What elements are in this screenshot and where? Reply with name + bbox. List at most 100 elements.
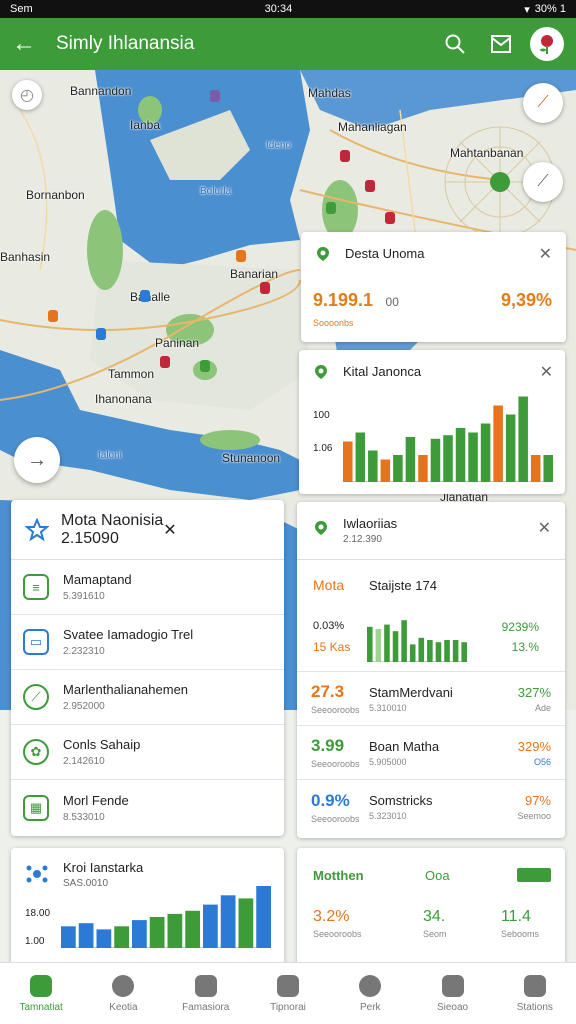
- avatar[interactable]: [530, 27, 564, 61]
- map-pin[interactable]: [326, 202, 336, 214]
- summary-col-sub: Sebooms: [500, 929, 539, 939]
- nav-item-3[interactable]: Famasiora: [165, 963, 247, 1024]
- mail-icon: [491, 35, 511, 53]
- stats-card-sub: 2.12.390: [343, 534, 382, 545]
- stats-value-sub: Seeooroobs: [311, 759, 360, 769]
- chart-bar: [461, 642, 467, 662]
- status-bar: Sem 30:34 ▾ 30% 1: [0, 0, 576, 18]
- chart-card-title: Kital Janonca: [343, 364, 422, 379]
- nav-item-2[interactable]: Keotia: [82, 963, 164, 1024]
- chart-bar: [61, 926, 76, 948]
- list-item[interactable]: ▦ Morl Fende 8.533010: [11, 780, 284, 835]
- chart-bar: [418, 455, 428, 482]
- map-pin[interactable]: [140, 290, 150, 302]
- bottom-nav: Tamnatiat Keotia Famasiora Tipnorai Perk…: [0, 962, 576, 1024]
- map-pin[interactable]: [340, 150, 350, 162]
- list-item[interactable]: ⟋ Marlenthalianahemen 2.952000: [11, 670, 284, 725]
- stats-pct: 329%: [517, 738, 551, 754]
- stats-value: 27.3: [311, 682, 345, 701]
- flower-icon: ✿: [23, 739, 49, 765]
- close-icon[interactable]: ✕: [539, 244, 552, 264]
- chart-card[interactable]: Kital Janonca ✕ 100 1.06: [299, 350, 565, 494]
- list-item-sub: 5.391610: [63, 591, 105, 602]
- wifi-icon: ▾: [524, 3, 530, 16]
- card-icon: ▭: [23, 629, 49, 655]
- list-card-sub: 2.15090: [61, 529, 119, 547]
- close-icon[interactable]: ✕: [540, 362, 553, 382]
- list-item[interactable]: ≡ Mamaptand 5.391610: [11, 560, 284, 615]
- stats-name: Boan Matha: [369, 738, 440, 754]
- nav-item-4[interactable]: Tipnorai: [247, 963, 329, 1024]
- nav-item-5[interactable]: Perk: [329, 963, 411, 1024]
- map-label: Mahanliagan: [338, 120, 407, 134]
- chart-bar: [444, 640, 450, 662]
- search-button[interactable]: [432, 24, 478, 64]
- chart-bar: [393, 455, 403, 482]
- chart-bar: [185, 910, 200, 948]
- map-pin[interactable]: [365, 180, 375, 192]
- compass-button[interactable]: ⟋: [523, 162, 563, 202]
- page-title: Simly Ihlanansia: [56, 33, 195, 54]
- stats-row[interactable]: 3.99 Seeooroobs Boan Matha 5.905000 329% O5…: [297, 726, 565, 780]
- pin-icon: [315, 521, 327, 535]
- back-arrow-icon[interactable]: ←: [12, 30, 46, 58]
- map-pin[interactable]: [260, 282, 270, 294]
- mail-button[interactable]: [478, 24, 524, 64]
- arrow-right-icon: →: [27, 448, 47, 471]
- map-pin[interactable]: [48, 310, 58, 322]
- list-item[interactable]: ✿ Conls Sahaip 2.142610: [11, 725, 284, 780]
- close-icon[interactable]: ✕: [538, 518, 551, 538]
- navigate-arrow-button[interactable]: →: [14, 437, 60, 483]
- chart-bar: [96, 929, 112, 948]
- map-pin[interactable]: [210, 90, 220, 102]
- chart-bar: [468, 432, 478, 482]
- wallet-icon: [194, 974, 217, 997]
- stats-row[interactable]: 27.3 Seeooroobs StamMerdvani 5.310010 327%…: [297, 672, 565, 726]
- chart-bar: [530, 455, 541, 482]
- card-title: Desta Unoma: [345, 246, 425, 261]
- summary-badge: [517, 868, 551, 882]
- mini-bar-chart: [367, 620, 467, 662]
- stats-head-mid: Staijste 174: [369, 577, 437, 593]
- stats-head-left: Mota: [313, 577, 345, 593]
- map-label: Mahtanbanan: [450, 146, 524, 160]
- list-icon: ≡: [23, 574, 49, 600]
- map-pin[interactable]: [236, 250, 246, 262]
- chart-bar: [418, 637, 425, 662]
- chart-bar: [380, 459, 391, 482]
- chart-bar: [256, 886, 271, 948]
- map-label: Banhasin: [0, 250, 51, 264]
- close-icon[interactable]: ✕: [163, 520, 176, 540]
- list-item-title: Marlenthalianahemen: [63, 682, 189, 697]
- map-pin[interactable]: [200, 360, 210, 372]
- map-pin[interactable]: [385, 212, 395, 224]
- stats-row[interactable]: 0.9% Seeooroobs Somstricks 5.323010 97% See…: [297, 780, 565, 834]
- pin-icon: [317, 247, 329, 261]
- map-pin[interactable]: [96, 328, 106, 340]
- stats-value: 0.9%: [311, 790, 350, 810]
- chart-left-top: 0.03%: [313, 620, 345, 632]
- layers-button[interactable]: ⟋: [523, 83, 563, 123]
- y-tick: 100: [313, 410, 330, 421]
- stats-name-sub: 5.310010: [369, 702, 407, 713]
- stats-pct-sub: Seemoo: [517, 811, 551, 821]
- info-card[interactable]: Desta Unoma ✕ 9.199.1 00 9,39% Soooonbs: [301, 232, 566, 342]
- stats-value-sub: Seeooroobs: [311, 705, 360, 715]
- menu-icon: [523, 974, 546, 997]
- chart-bar: [443, 435, 453, 482]
- stats-value-sub: Seeooroobs: [311, 813, 360, 824]
- map-label: Paninan: [155, 336, 200, 350]
- map-pin[interactable]: [160, 356, 170, 368]
- bar-chart: [343, 396, 553, 482]
- location-button[interactable]: ◴: [12, 80, 42, 110]
- bottom-chart-card[interactable]: Kroi Ianstarka SAS.0010 18.00 1.00: [11, 848, 284, 968]
- nav-item-6[interactable]: Sieoao: [411, 963, 493, 1024]
- nav-item-home[interactable]: Tamnatiat: [0, 963, 82, 1024]
- stats-name: StamMerdvani: [369, 684, 453, 700]
- stats-name: Somstricks: [369, 793, 433, 808]
- nav-item-7[interactable]: Stations: [494, 963, 576, 1024]
- summary-card[interactable]: Motthen Ooa 3.2% Seeooroobs 34. Seom 11.…: [297, 848, 565, 968]
- chart-bar: [409, 644, 416, 662]
- chart-bar: [132, 920, 147, 948]
- list-item[interactable]: ▭ Svatee Iamadogio Trel 2.232310: [11, 615, 284, 670]
